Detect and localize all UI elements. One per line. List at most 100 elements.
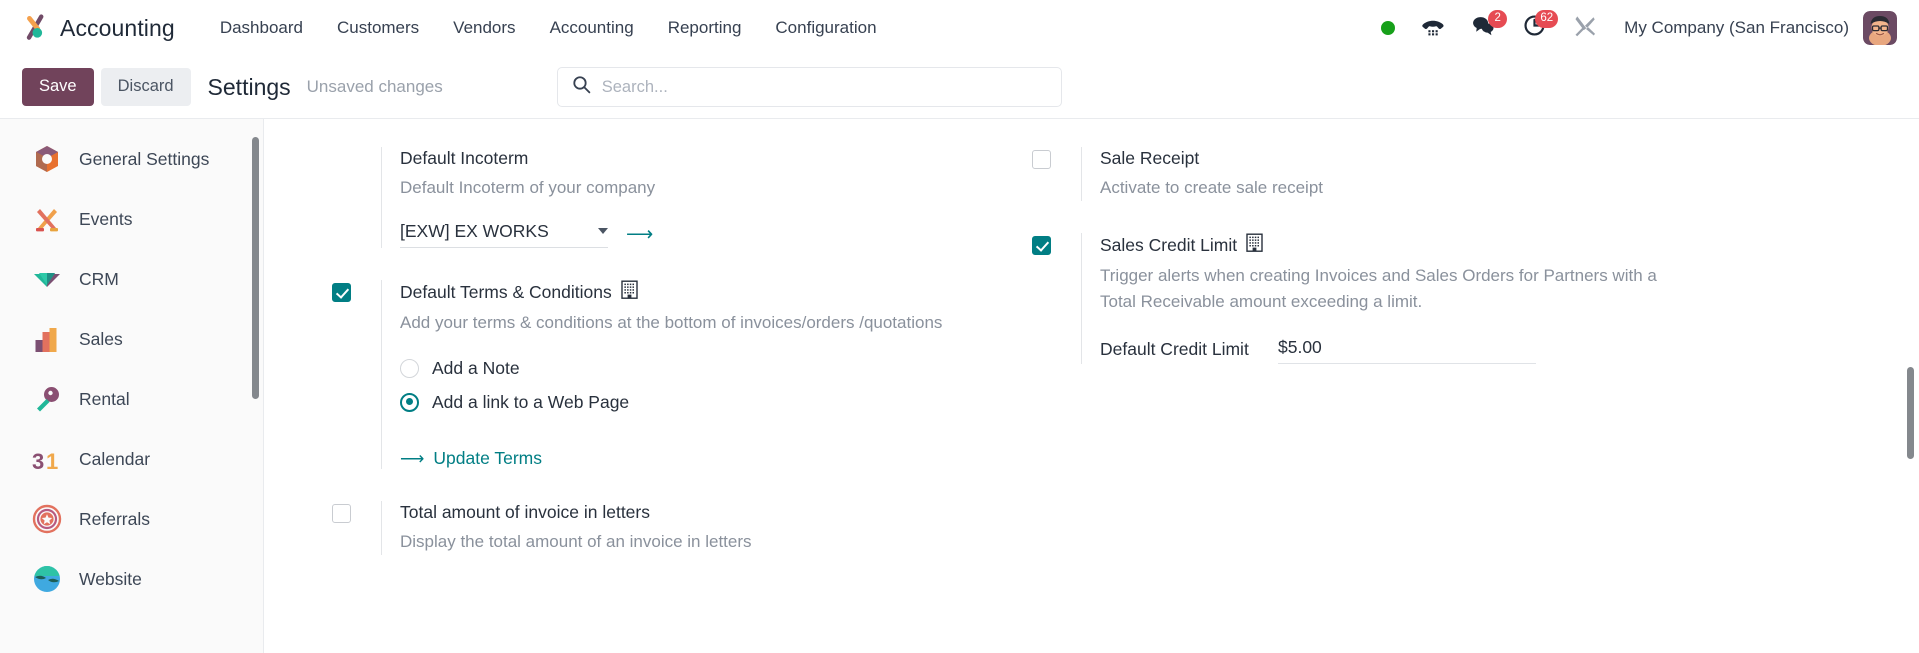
setting-title: Default Incoterm (400, 147, 1032, 171)
setting-title: Sale Receipt (1100, 147, 1732, 171)
sidebar-item-label: CRM (79, 268, 119, 289)
menu-item-configuration[interactable]: Configuration (758, 12, 893, 44)
voip-phone-button[interactable] (1408, 8, 1458, 48)
main-menu: Dashboard Customers Vendors Accounting R… (203, 12, 894, 44)
top-navbar: Accounting Dashboard Customers Vendors A… (0, 0, 1919, 56)
default-credit-limit-input[interactable] (1278, 337, 1536, 359)
messages-button[interactable]: 2 (1458, 8, 1509, 48)
setting-title-text: Default Incoterm (400, 148, 529, 168)
setting-help-text: Display the total amount of an invoice i… (400, 531, 752, 551)
calendar-31-app-icon: 3 1 (32, 444, 62, 474)
sidebar-item-label: General Settings (79, 148, 210, 169)
sales-credit-limit-checkbox[interactable] (1032, 235, 1051, 255)
menu-item-accounting[interactable]: Accounting (533, 12, 651, 44)
chevron-down-icon[interactable] (598, 228, 608, 235)
sidebar-item-label: Events (79, 208, 133, 229)
sidebar-item-sales[interactable]: Sales (0, 309, 263, 369)
sidebar-item-label: Referrals (79, 508, 150, 529)
setting-default-terms-conditions: Default Terms & Conditions Add your term… (332, 279, 1032, 469)
arrow-right-icon[interactable]: ⟶ (626, 225, 653, 244)
update-terms-link[interactable]: ⟶ Update Terms (400, 448, 542, 469)
app-body: General Settings Events CRM Sales Rental… (0, 118, 1919, 653)
green-status-dot-icon (1381, 21, 1396, 35)
total-amount-in-letters-checkbox[interactable] (332, 503, 351, 523)
terms-type-radio-group: Add a Note Add a link to a Web Page (400, 358, 1032, 413)
developer-tools-button[interactable] (1560, 8, 1610, 48)
activities-count-badge: 62 (1535, 10, 1559, 28)
sidebar-item-rental[interactable]: Rental (0, 369, 263, 429)
settings-grid: Default Incoterm Default Incoterm of you… (264, 119, 1919, 587)
sidebar-item-label: Website (79, 568, 142, 589)
radio-indicator[interactable] (400, 358, 419, 378)
company-building-icon (621, 280, 638, 306)
setting-title-text: Default Terms & Conditions (400, 281, 612, 302)
setting-help-text: Add your terms & conditions at the botto… (400, 312, 943, 332)
tools-wrench-screwdriver-icon (1573, 14, 1597, 43)
settings-gear-app-icon (32, 144, 62, 174)
arrow-right-icon: ⟶ (400, 448, 425, 468)
odoo-accounting-logo-icon (22, 14, 50, 42)
search-icon (572, 75, 591, 99)
radio-option-add-a-note[interactable]: Add a Note (400, 358, 1032, 379)
sidebar-item-events[interactable]: Events (0, 189, 263, 249)
setting-default-incoterm: Default Incoterm Default Incoterm of you… (332, 147, 1032, 248)
sidebar-item-crm[interactable]: CRM (0, 249, 263, 309)
radio-label: Add a link to a Web Page (432, 391, 630, 412)
settings-column-right: Sale Receipt Activate to create sale rec… (1032, 147, 1732, 587)
setting-help-text: Trigger alerts when creating Invoices an… (1100, 265, 1657, 311)
svg-text:1: 1 (46, 449, 58, 474)
setting-body: Total amount of invoice in letters Displ… (381, 500, 1032, 555)
search-input[interactable] (601, 77, 1047, 97)
setting-body: Default Incoterm Default Incoterm of you… (381, 147, 1032, 248)
presence-status-button[interactable] (1368, 8, 1408, 48)
save-button[interactable]: Save (22, 68, 94, 106)
setting-control-slot (1032, 147, 1081, 201)
radio-indicator[interactable] (400, 392, 419, 412)
activities-button[interactable]: 62 (1509, 8, 1560, 48)
menu-item-reporting[interactable]: Reporting (651, 12, 759, 44)
svg-text:3: 3 (32, 449, 44, 474)
sidebar-item-referrals[interactable]: Referrals (0, 489, 263, 549)
setting-control-slot (332, 147, 381, 248)
sale-receipt-checkbox[interactable] (1032, 150, 1051, 169)
messages-count-badge: 2 (1488, 10, 1508, 28)
menu-item-dashboard[interactable]: Dashboard (203, 12, 320, 44)
company-building-icon (1246, 233, 1263, 259)
sidebar-item-calendar[interactable]: 3 1 Calendar (0, 429, 263, 489)
default-terms-conditions-checkbox[interactable] (332, 282, 351, 302)
default-incoterm-selected-value[interactable]: [EXW] EX WORKS (400, 221, 598, 242)
sidebar-item-label: Rental (79, 388, 130, 409)
sales-bars-app-icon (32, 324, 62, 354)
crm-app-icon (32, 264, 62, 294)
discard-button[interactable]: Discard (100, 68, 191, 106)
sidebar-item-website[interactable]: Website (0, 549, 263, 609)
events-app-icon (32, 204, 62, 234)
radio-option-add-link-web-page[interactable]: Add a link to a Web Page (400, 392, 1032, 413)
search-box[interactable] (556, 67, 1062, 107)
settings-content: Default Incoterm Default Incoterm of you… (264, 119, 1919, 653)
setting-help-text: Activate to create sale receipt (1100, 177, 1324, 197)
phone-dialpad-icon (1421, 14, 1445, 43)
setting-control-slot (1032, 233, 1081, 364)
systray: 2 62 My Company (San Francisco) (1368, 8, 1897, 48)
setting-sales-credit-limit: Sales Credit Limit Trigger alerts when c… (1032, 232, 1732, 365)
page-title: Settings (207, 73, 291, 100)
sidebar-item-general-settings[interactable]: General Settings (0, 129, 263, 189)
setting-total-amount-in-letters: Total amount of invoice in letters Displ… (332, 500, 1032, 555)
setting-body: Sale Receipt Activate to create sale rec… (1081, 147, 1732, 201)
setting-title: Total amount of invoice in letters (400, 501, 1032, 525)
default-credit-limit-label: Default Credit Limit (1100, 339, 1249, 360)
default-incoterm-select[interactable]: [EXW] EX WORKS (400, 221, 608, 248)
sidebar-scrollbar[interactable] (252, 137, 259, 399)
menu-item-vendors[interactable]: Vendors (436, 12, 532, 44)
brand-home-link[interactable]: Accounting (22, 14, 175, 42)
company-switcher[interactable]: My Company (San Francisco) (1610, 18, 1861, 38)
menu-item-customers[interactable]: Customers (320, 12, 436, 44)
content-scrollbar[interactable] (1907, 367, 1914, 459)
default-credit-limit-input-wrap[interactable] (1278, 337, 1536, 365)
website-app-icon (32, 564, 62, 594)
settings-column-left: Default Incoterm Default Incoterm of you… (332, 147, 1032, 587)
setting-body: Sales Credit Limit Trigger alerts when c… (1081, 232, 1732, 365)
setting-sale-receipt: Sale Receipt Activate to create sale rec… (1032, 147, 1732, 201)
user-avatar-icon[interactable] (1863, 11, 1897, 45)
